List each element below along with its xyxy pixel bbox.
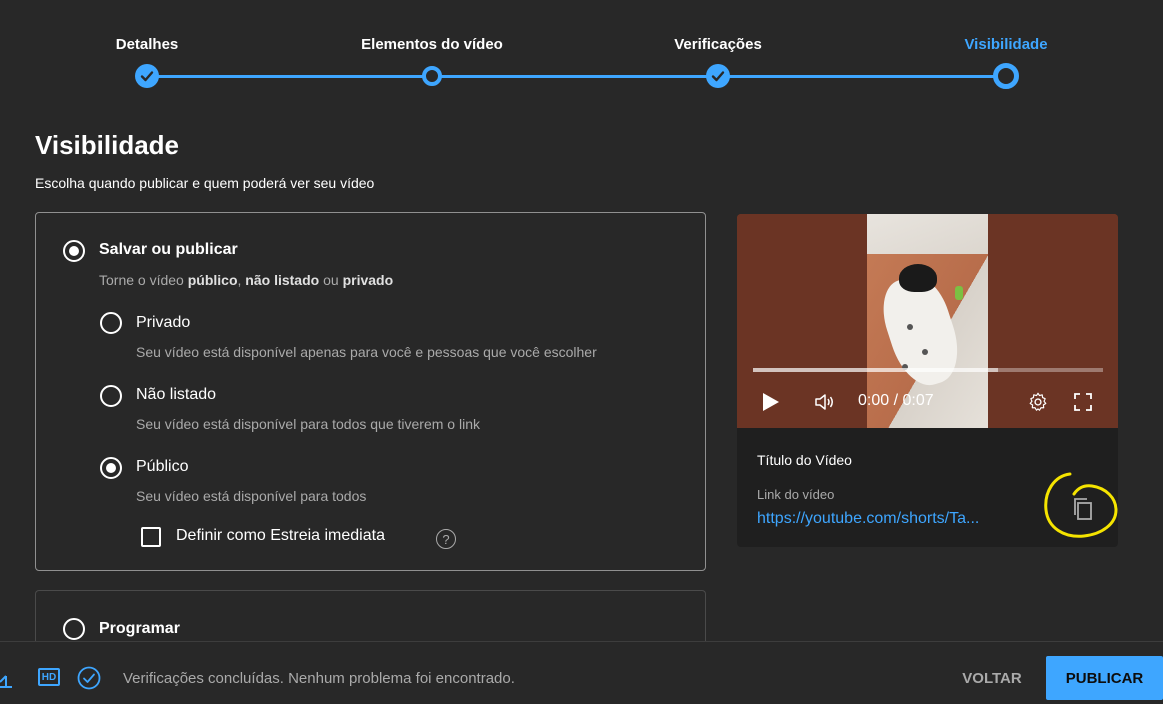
video-preview-panel: 0:00 / 0:07 Título do Vídeo Link do víde…: [737, 214, 1118, 547]
publish-button[interactable]: PUBLICAR: [1046, 656, 1163, 700]
step-label-details[interactable]: Detalhes: [116, 36, 179, 53]
copy-icon[interactable]: [1070, 496, 1096, 522]
private-radio[interactable]: [100, 312, 122, 334]
schedule-radio[interactable]: [63, 618, 85, 640]
step-label-visibility[interactable]: Visibilidade: [964, 36, 1047, 53]
step-node-video-elements[interactable]: [422, 66, 442, 86]
video-link-label: Link do vídeo: [757, 487, 835, 502]
video-progress-bar[interactable]: [753, 368, 1103, 372]
checks-status: Verificações concluídas. Nenhum problema…: [123, 670, 515, 687]
step-node-details-check-icon[interactable]: [135, 64, 159, 88]
schedule-title[interactable]: Programar: [99, 620, 180, 638]
save-or-publish-desc: Torne o vídeo público, não listado ou pr…: [99, 272, 394, 288]
video-player[interactable]: 0:00 / 0:07: [737, 214, 1118, 428]
save-or-publish-card: Salvar ou publicar Torne o vídeo público…: [35, 212, 706, 571]
unlisted-option-title[interactable]: Não listado: [136, 386, 216, 404]
premiere-checkbox[interactable]: [141, 527, 161, 547]
video-time: 0:00 / 0:07: [858, 392, 934, 409]
stepper-line: [146, 75, 1006, 78]
unlisted-radio[interactable]: [100, 385, 122, 407]
player-controls: 0:00 / 0:07: [737, 384, 1118, 420]
private-option-title[interactable]: Privado: [136, 314, 190, 332]
upload-icon: [0, 675, 12, 688]
fullscreen-icon[interactable]: [1073, 392, 1093, 412]
public-option-title[interactable]: Público: [136, 458, 188, 476]
progress-stepper: Detalhes Elementos do vídeo Verificações…: [0, 0, 1163, 110]
gear-icon[interactable]: [1027, 391, 1049, 413]
step-node-checks-check-icon[interactable]: [706, 64, 730, 88]
step-label-video-elements[interactable]: Elementos do vídeo: [361, 36, 503, 53]
private-option-desc: Seu vídeo está disponível apenas para vo…: [136, 344, 597, 360]
video-title: Título do Vídeo: [757, 452, 852, 468]
help-icon[interactable]: ?: [436, 529, 456, 549]
page-subtitle: Escolha quando publicar e quem poderá ve…: [35, 175, 375, 191]
hd-badge-icon: HD: [38, 668, 60, 686]
step-node-visibility[interactable]: [993, 63, 1019, 89]
step-label-checks[interactable]: Verificações: [674, 36, 762, 53]
back-button[interactable]: VOLTAR: [946, 660, 1038, 696]
check-circle-icon: [77, 666, 101, 690]
premiere-label[interactable]: Definir como Estreia imediata: [176, 527, 385, 545]
save-or-publish-radio[interactable]: [63, 240, 85, 262]
unlisted-option-desc: Seu vídeo está disponível para todos que…: [136, 416, 480, 432]
public-radio[interactable]: [100, 457, 122, 479]
save-or-publish-title[interactable]: Salvar ou publicar: [99, 241, 238, 259]
public-option-desc: Seu vídeo está disponível para todos: [136, 488, 367, 504]
footer-bar: HD Verificações concluídas. Nenhum probl…: [0, 641, 1163, 704]
volume-icon[interactable]: [812, 390, 836, 414]
video-link[interactable]: https://youtube.com/shorts/Ta...: [757, 510, 1037, 528]
page-title: Visibilidade: [35, 130, 180, 160]
play-icon[interactable]: [763, 393, 779, 411]
